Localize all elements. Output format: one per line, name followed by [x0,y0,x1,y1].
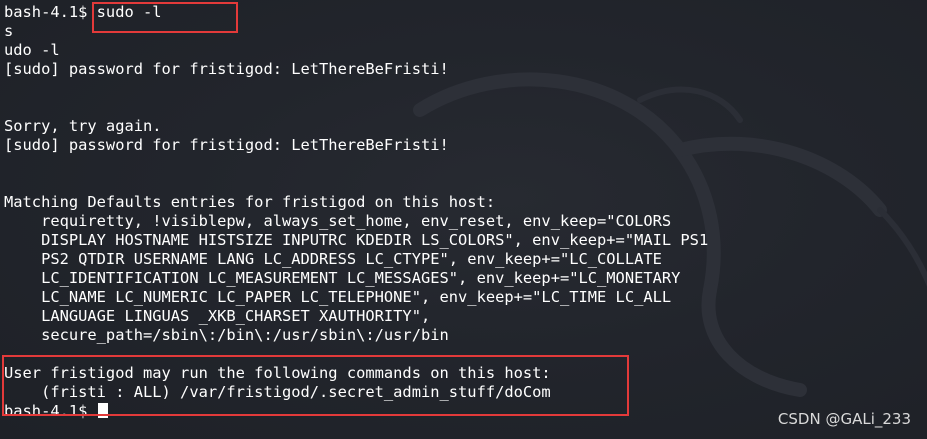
terminal-line: Sorry, try again. [4,117,162,135]
csdn-watermark: CSDN @GALi_233 [777,410,911,428]
terminal-line: requiretty, !visiblepw, always_set_home,… [4,212,672,230]
terminal-line: PS2 QTDIR USERNAME LANG LC_ADDRESS LC_CT… [4,250,662,268]
terminal-line: LC_IDENTIFICATION LC_MEASUREMENT LC_MESS… [4,269,681,287]
highlight-box-allowed-commands [2,355,629,416]
highlight-box-sudo-command [92,2,238,33]
terminal-line: LANGUAGE LINGUAS _XKB_CHARSET XAUTHORITY… [4,307,431,325]
terminal-line: [sudo] password for fristigod: LetThereB… [4,136,449,154]
terminal-line: udo -l [4,41,60,59]
terminal-line: LC_NAME LC_NUMERIC LC_PAPER LC_TELEPHONE… [4,288,672,306]
terminal-window[interactable]: bash-4.1$ sudo -l s udo -l [sudo] password … [0,0,927,439]
terminal-line: secure_path=/sbin\:/bin\:/usr/sbin\:/usr… [4,326,449,344]
terminal-line: Matching Defaults entries for fristigod … [4,193,496,211]
terminal-line: [sudo] password for fristigod: LetThereB… [4,60,449,78]
terminal-line: DISPLAY HOSTNAME HISTSIZE INPUTRC KDEDIR… [4,231,709,249]
